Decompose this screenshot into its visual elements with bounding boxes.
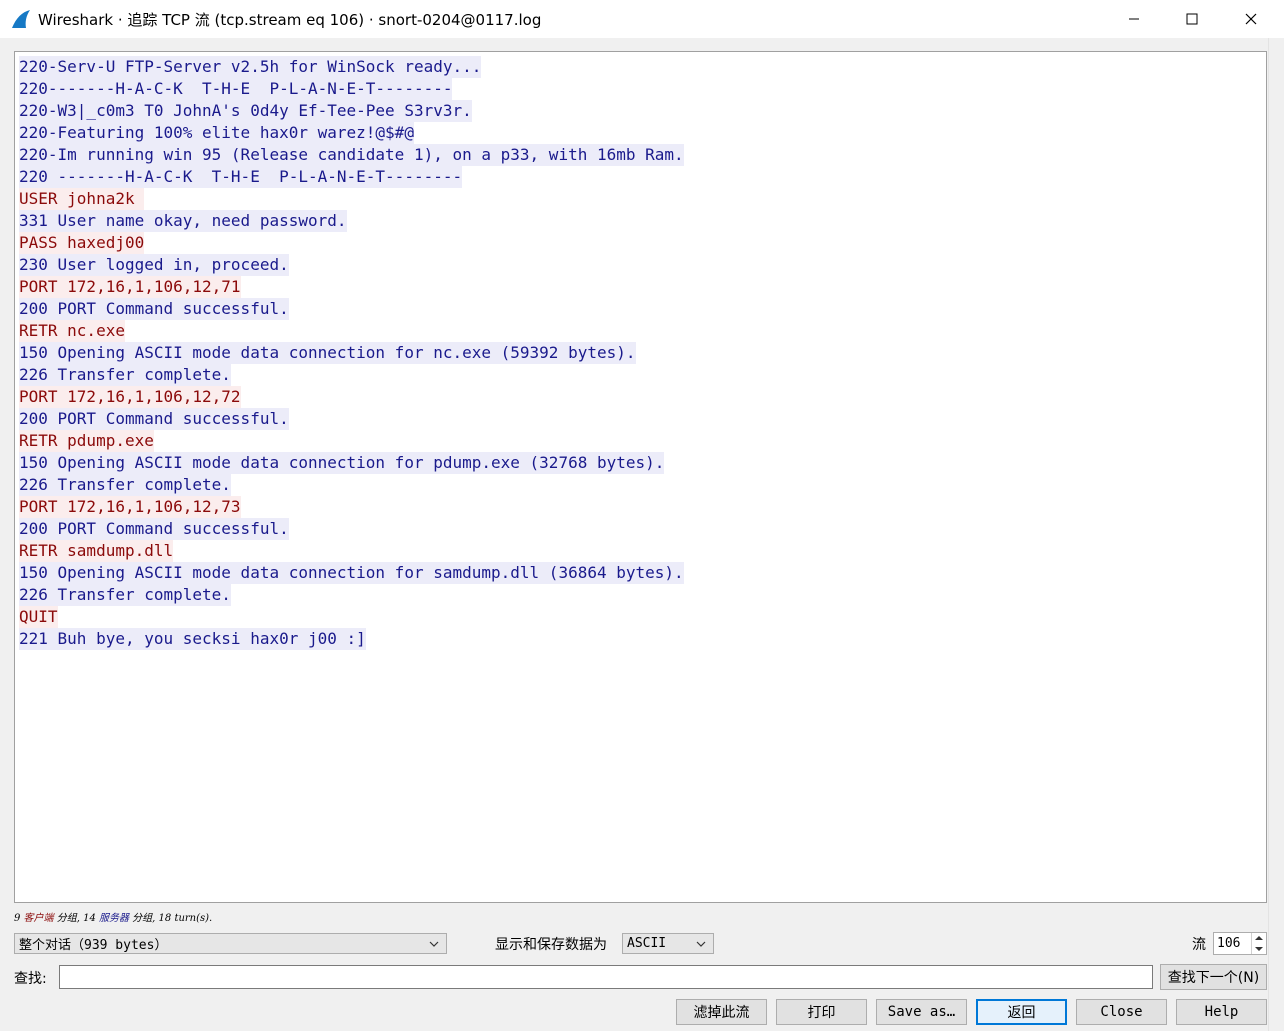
stats-client-count: 9 — [14, 913, 24, 924]
stream-content-view[interactable]: 220-Serv-U FTP-Server v2.5h for WinSock … — [14, 51, 1267, 903]
triangle-down-icon — [1255, 946, 1263, 951]
server-line: 150 Opening ASCII mode data connection f… — [19, 562, 684, 584]
chevron-down-icon — [696, 941, 706, 947]
title-bar: Wireshark · 追踪 TCP 流 (tcp.stream eq 106)… — [0, 0, 1284, 38]
stats-tail: 分组, 18 turn(s). — [129, 913, 213, 924]
close-button[interactable]: Close — [1076, 999, 1167, 1025]
minimize-icon — [1129, 18, 1139, 20]
client-line: PORT 172,16,1,106,12,71 — [19, 276, 241, 298]
close-window-button[interactable] — [1222, 0, 1280, 38]
maximize-icon — [1186, 13, 1198, 25]
server-line: 331 User name okay, need password. — [19, 210, 347, 232]
client-line: PORT 172,16,1,106,12,72 — [19, 386, 241, 408]
spin-up-button[interactable] — [1252, 933, 1266, 944]
server-line: 226 Transfer complete. — [19, 364, 231, 386]
format-select[interactable]: ASCII — [622, 933, 714, 954]
triangle-up-icon — [1255, 936, 1263, 941]
help-button[interactable]: Help — [1176, 999, 1267, 1025]
client-line: PORT 172,16,1,106,12,73 — [19, 496, 241, 518]
find-label: 查找: — [14, 971, 47, 987]
stream-label: 流 — [1192, 937, 1206, 953]
client-line: QUIT — [19, 606, 58, 628]
close-icon — [1245, 13, 1257, 25]
client-line: PASS haxedj00 — [19, 232, 145, 254]
server-line: 220-W3|_c0m3 T0 JohnA's 0d4y Ef-Tee-Pee … — [19, 100, 472, 122]
client-line: USER johna2k — [19, 188, 145, 210]
server-line: 220 -------H-A-C-K T-H-E P-L-A-N-E-T----… — [19, 166, 463, 188]
client-line: RETR samdump.dll — [19, 540, 174, 562]
client-line: RETR nc.exe — [19, 320, 125, 342]
packet-stats: 9 客户端 分组, 14 服务器 分组, 18 turn(s). — [14, 909, 212, 925]
server-line: 220-Featuring 100% elite hax0r warez!@$#… — [19, 122, 414, 144]
window-edge — [1268, 38, 1284, 1031]
server-line: 200 PORT Command successful. — [19, 408, 289, 430]
find-next-button[interactable]: 查找下一个(N) — [1160, 964, 1267, 990]
server-line: 226 Transfer complete. — [19, 584, 231, 606]
stats-mid: 分组, 14 — [53, 913, 99, 924]
server-line: 220-Serv-U FTP-Server v2.5h for WinSock … — [19, 56, 482, 78]
stream-lines: 220-Serv-U FTP-Server v2.5h for WinSock … — [19, 56, 684, 650]
wireshark-fin-icon — [12, 10, 30, 28]
server-line: 226 Transfer complete. — [19, 474, 231, 496]
server-line: 220-------H-A-C-K T-H-E P-L-A-N-E-T-----… — [19, 78, 453, 100]
show-save-label: 显示和保存数据为 — [495, 937, 607, 953]
server-line: 200 PORT Command successful. — [19, 518, 289, 540]
server-line: 150 Opening ASCII mode data connection f… — [19, 452, 665, 474]
back-button[interactable]: 返回 — [976, 999, 1067, 1025]
find-input[interactable] — [59, 965, 1153, 989]
minimize-button[interactable] — [1105, 0, 1163, 38]
server-line: 221 Buh bye, you secksi hax0r j00 :] — [19, 628, 366, 650]
server-line: 200 PORT Command successful. — [19, 298, 289, 320]
client-line: RETR pdump.exe — [19, 430, 154, 452]
conversation-select[interactable]: 整个对话（939 bytes） — [14, 933, 447, 954]
chevron-down-icon — [429, 941, 439, 947]
spin-down-button[interactable] — [1252, 944, 1266, 955]
conversation-select-value: 整个对话（939 bytes） — [19, 938, 168, 953]
filter-out-stream-button[interactable]: 滤掉此流 — [676, 999, 767, 1025]
window-title: Wireshark · 追踪 TCP 流 (tcp.stream eq 106)… — [38, 10, 542, 29]
maximize-button[interactable] — [1163, 0, 1221, 38]
stream-number-spinbox[interactable]: 106 — [1213, 932, 1267, 955]
spin-arrows — [1251, 933, 1266, 954]
stream-number-value: 106 — [1217, 936, 1241, 951]
server-line: 230 User logged in, proceed. — [19, 254, 289, 276]
stats-client-word: 客户端 — [23, 913, 54, 924]
server-line: 150 Opening ASCII mode data connection f… — [19, 342, 636, 364]
server-line: 220-Im running win 95 (Release candidate… — [19, 144, 684, 166]
print-button[interactable]: 打印 — [776, 999, 867, 1025]
stats-server-word: 服务器 — [99, 913, 129, 924]
format-select-value: ASCII — [627, 936, 667, 951]
save-as-button[interactable]: Save as… — [876, 999, 967, 1025]
